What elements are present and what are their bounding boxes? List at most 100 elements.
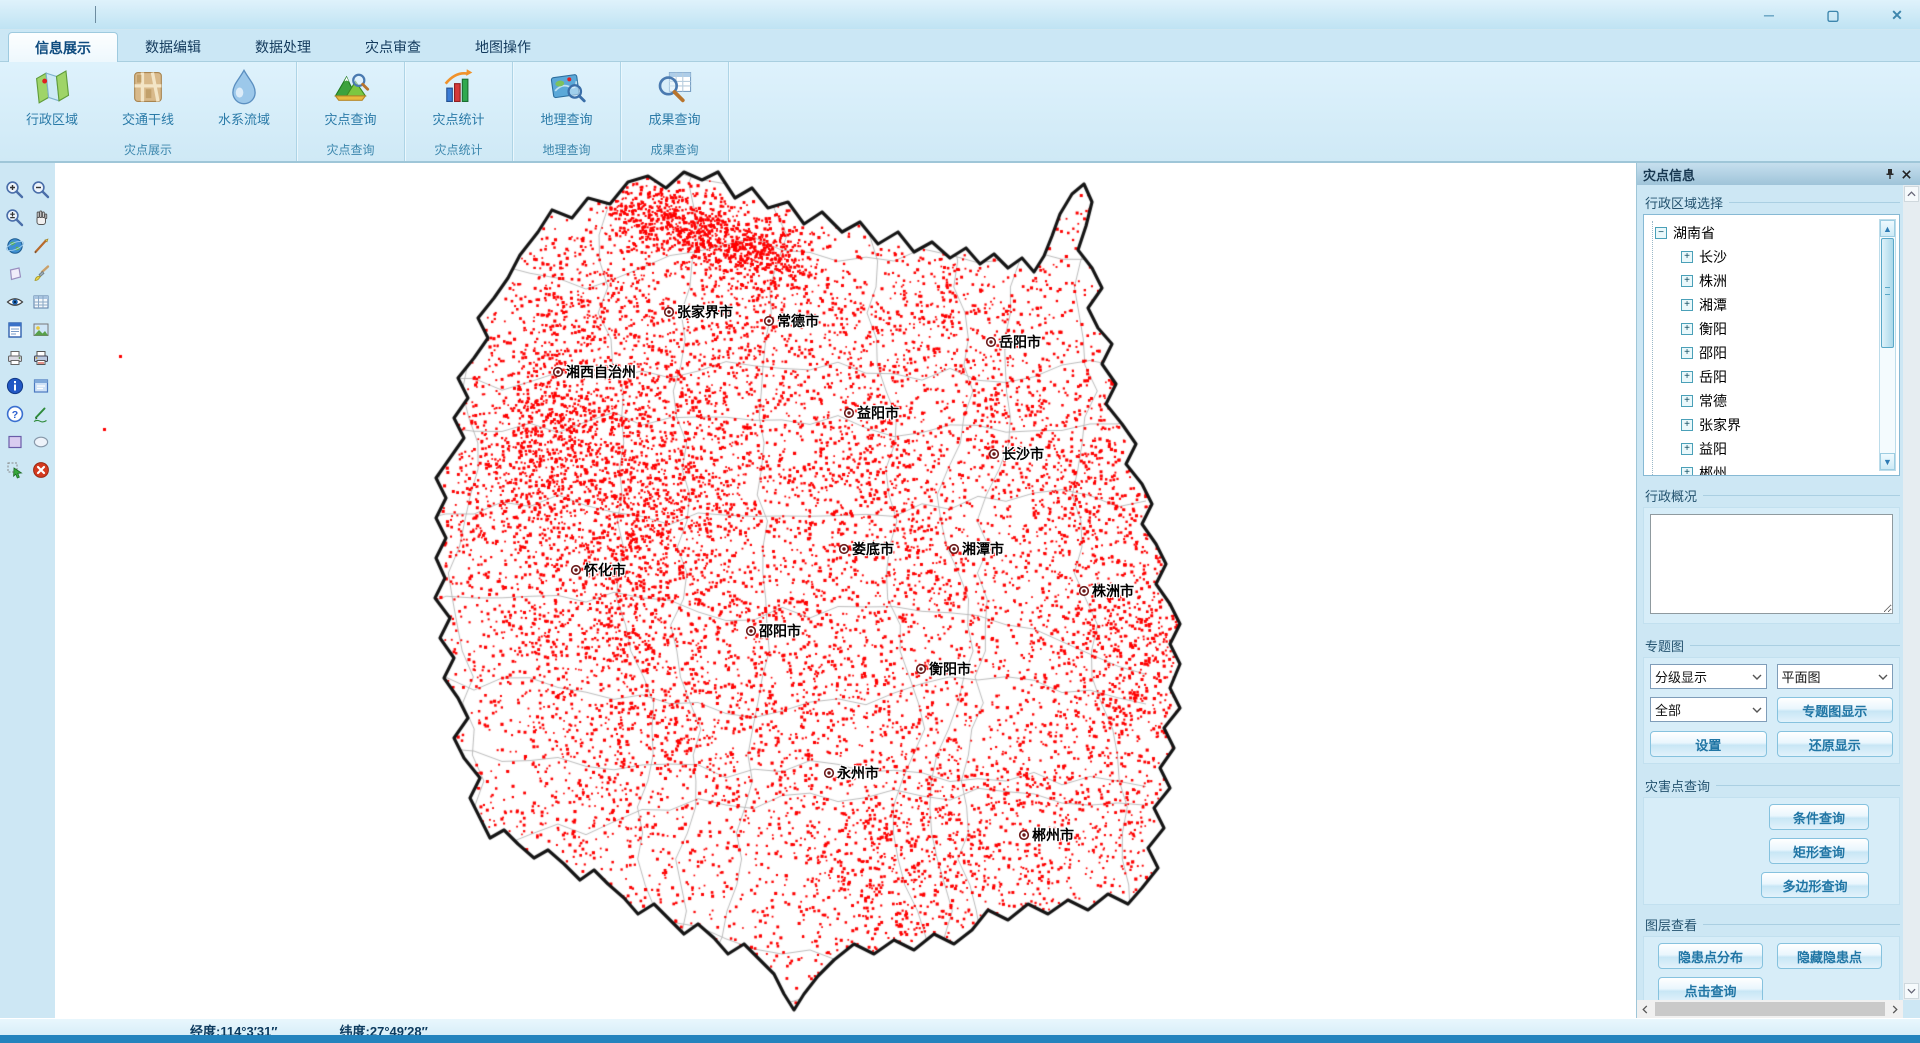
tree-item[interactable]: +郴州 bbox=[1655, 461, 1897, 476]
close-button[interactable]: ✕ bbox=[1884, 5, 1910, 25]
tree-scroll-down-icon[interactable]: ▼ bbox=[1880, 453, 1895, 470]
city-marker-icon bbox=[745, 625, 757, 637]
eye-icon[interactable] bbox=[4, 291, 26, 313]
scroll-left-icon[interactable] bbox=[1637, 1001, 1653, 1017]
water-system-button[interactable]: 水系流域 bbox=[196, 65, 292, 128]
tab-map-operate[interactable]: 地图操作 bbox=[448, 33, 558, 61]
rect-select-icon[interactable] bbox=[4, 431, 26, 453]
tree-scroll-up-icon[interactable]: ▲ bbox=[1880, 220, 1895, 237]
expand-icon[interactable]: + bbox=[1681, 299, 1693, 311]
tree-item[interactable]: +邵阳 bbox=[1655, 341, 1897, 365]
hide-hazard-button[interactable]: 隐藏隐患点 bbox=[1777, 943, 1882, 969]
minimize-button[interactable]: ─ bbox=[1756, 5, 1782, 25]
tree-item[interactable]: +衡阳 bbox=[1655, 317, 1897, 341]
expand-icon[interactable]: + bbox=[1681, 323, 1693, 335]
admin-region-button[interactable]: 行政区域 bbox=[4, 65, 100, 128]
disaster-stats-button[interactable]: 灾点统计 bbox=[411, 65, 507, 128]
geo-query-button[interactable]: 地理查询 bbox=[519, 65, 615, 128]
road-map-icon bbox=[128, 67, 168, 107]
city-label: 娄底市 bbox=[838, 539, 894, 559]
ellipse-select-icon[interactable] bbox=[30, 431, 52, 453]
scroll-right-icon[interactable] bbox=[1887, 1001, 1903, 1017]
tree-scrollbar[interactable]: ▲ ▼ bbox=[1879, 219, 1896, 471]
tab-data-process[interactable]: 数据处理 bbox=[228, 33, 338, 61]
traffic-line-button[interactable]: 交通干线 bbox=[100, 65, 196, 128]
pan-icon[interactable] bbox=[30, 207, 52, 229]
info-icon[interactable] bbox=[4, 375, 26, 397]
restore-display-button[interactable]: 还原显示 bbox=[1777, 731, 1894, 757]
tab-info-display[interactable]: 信息展示 bbox=[8, 32, 118, 62]
city-label: 张家界市 bbox=[663, 302, 733, 322]
expand-icon[interactable]: + bbox=[1681, 443, 1693, 455]
map-canvas[interactable] bbox=[55, 163, 1636, 1018]
disaster-query-button[interactable]: 灾点查询 bbox=[303, 65, 399, 128]
printer-icon[interactable] bbox=[4, 347, 26, 369]
printer-color-icon[interactable] bbox=[30, 347, 52, 369]
panel-header: 灾点信息 bbox=[1637, 163, 1920, 185]
thematic-mode-select[interactable]: 分级显示 bbox=[1650, 664, 1767, 689]
tab-data-edit[interactable]: 数据编辑 bbox=[118, 33, 228, 61]
expand-icon[interactable]: + bbox=[1681, 395, 1693, 407]
pin-icon[interactable] bbox=[1882, 166, 1898, 182]
tree-item[interactable]: +益阳 bbox=[1655, 437, 1897, 461]
settings-button[interactable]: 设置 bbox=[1650, 731, 1767, 757]
city-marker-icon bbox=[552, 366, 564, 378]
panel-vertical-scrollbar[interactable] bbox=[1903, 185, 1920, 1000]
form-icon[interactable] bbox=[30, 375, 52, 397]
thematic-show-button[interactable]: 专题图显示 bbox=[1777, 697, 1894, 723]
thematic-scope-select[interactable]: 全部 bbox=[1650, 697, 1767, 722]
brush-icon[interactable] bbox=[30, 263, 52, 285]
tree-item[interactable]: +株洲 bbox=[1655, 269, 1897, 293]
zoom-out-icon[interactable] bbox=[30, 179, 52, 201]
chevron-down-icon bbox=[1752, 674, 1762, 680]
expand-icon[interactable]: + bbox=[1681, 467, 1693, 476]
zoom-in-icon[interactable] bbox=[4, 179, 26, 201]
expand-icon[interactable]: + bbox=[1681, 371, 1693, 383]
expand-icon[interactable]: + bbox=[1681, 251, 1693, 263]
tree-item[interactable]: +岳阳 bbox=[1655, 365, 1897, 389]
delete-icon[interactable] bbox=[30, 459, 52, 481]
image-icon[interactable] bbox=[30, 319, 52, 341]
hscroll-thumb[interactable] bbox=[1655, 1002, 1885, 1016]
city-marker-icon bbox=[985, 336, 997, 348]
grid-table-icon[interactable] bbox=[30, 291, 52, 313]
tree-item[interactable]: +张家界 bbox=[1655, 413, 1897, 437]
pick-arrow-icon[interactable] bbox=[4, 459, 26, 481]
zoom-extent-icon[interactable] bbox=[4, 207, 26, 229]
tree-item-label: 湘潭 bbox=[1699, 295, 1727, 315]
panel-horizontal-scrollbar[interactable] bbox=[1637, 1000, 1903, 1018]
report-icon[interactable] bbox=[4, 319, 26, 341]
ribbon-group-geo-query: 地理查询 地理查询 bbox=[513, 62, 621, 161]
hazard-distribution-button[interactable]: 隐患点分布 bbox=[1658, 943, 1763, 969]
tree-item[interactable]: +常德 bbox=[1655, 389, 1897, 413]
region-map-icon bbox=[32, 67, 72, 107]
rectangle-query-button[interactable]: 矩形查询 bbox=[1769, 838, 1869, 864]
polygon-query-button[interactable]: 多边形查询 bbox=[1761, 872, 1869, 898]
restore-button[interactable]: ▢ bbox=[1820, 5, 1846, 25]
tree-item[interactable]: +长沙 bbox=[1655, 245, 1897, 269]
globe-icon[interactable] bbox=[4, 235, 26, 257]
tab-disaster-review[interactable]: 灾点审查 bbox=[338, 33, 448, 61]
expand-icon[interactable]: + bbox=[1681, 275, 1693, 287]
thematic-type-select[interactable]: 平面图 bbox=[1777, 664, 1894, 689]
scroll-down-icon[interactable] bbox=[1904, 983, 1919, 999]
condition-query-button[interactable]: 条件查询 bbox=[1769, 804, 1869, 830]
panel-close-icon[interactable] bbox=[1898, 166, 1914, 182]
help-icon[interactable]: ? bbox=[4, 403, 26, 425]
scroll-up-icon[interactable] bbox=[1904, 186, 1919, 202]
overview-textarea[interactable] bbox=[1650, 514, 1893, 614]
tree-item[interactable]: + 湘潭 bbox=[1655, 293, 1897, 317]
tree-scroll-thumb[interactable] bbox=[1881, 238, 1894, 348]
city-marker-icon bbox=[1018, 829, 1030, 841]
city-label: 湘西自治州 bbox=[552, 362, 636, 382]
overview-section bbox=[1643, 507, 1900, 624]
collapse-icon[interactable]: − bbox=[1655, 227, 1667, 239]
polygon-tool-icon[interactable] bbox=[4, 263, 26, 285]
expand-icon[interactable]: + bbox=[1681, 419, 1693, 431]
ribbon-group-label: 地理查询 bbox=[513, 141, 620, 161]
tree-item[interactable]: −湖南省 bbox=[1655, 221, 1897, 245]
measure-line-icon[interactable] bbox=[30, 235, 52, 257]
result-query-button[interactable]: 成果查询 bbox=[627, 65, 723, 128]
expand-icon[interactable]: + bbox=[1681, 347, 1693, 359]
signature-icon[interactable] bbox=[30, 403, 52, 425]
